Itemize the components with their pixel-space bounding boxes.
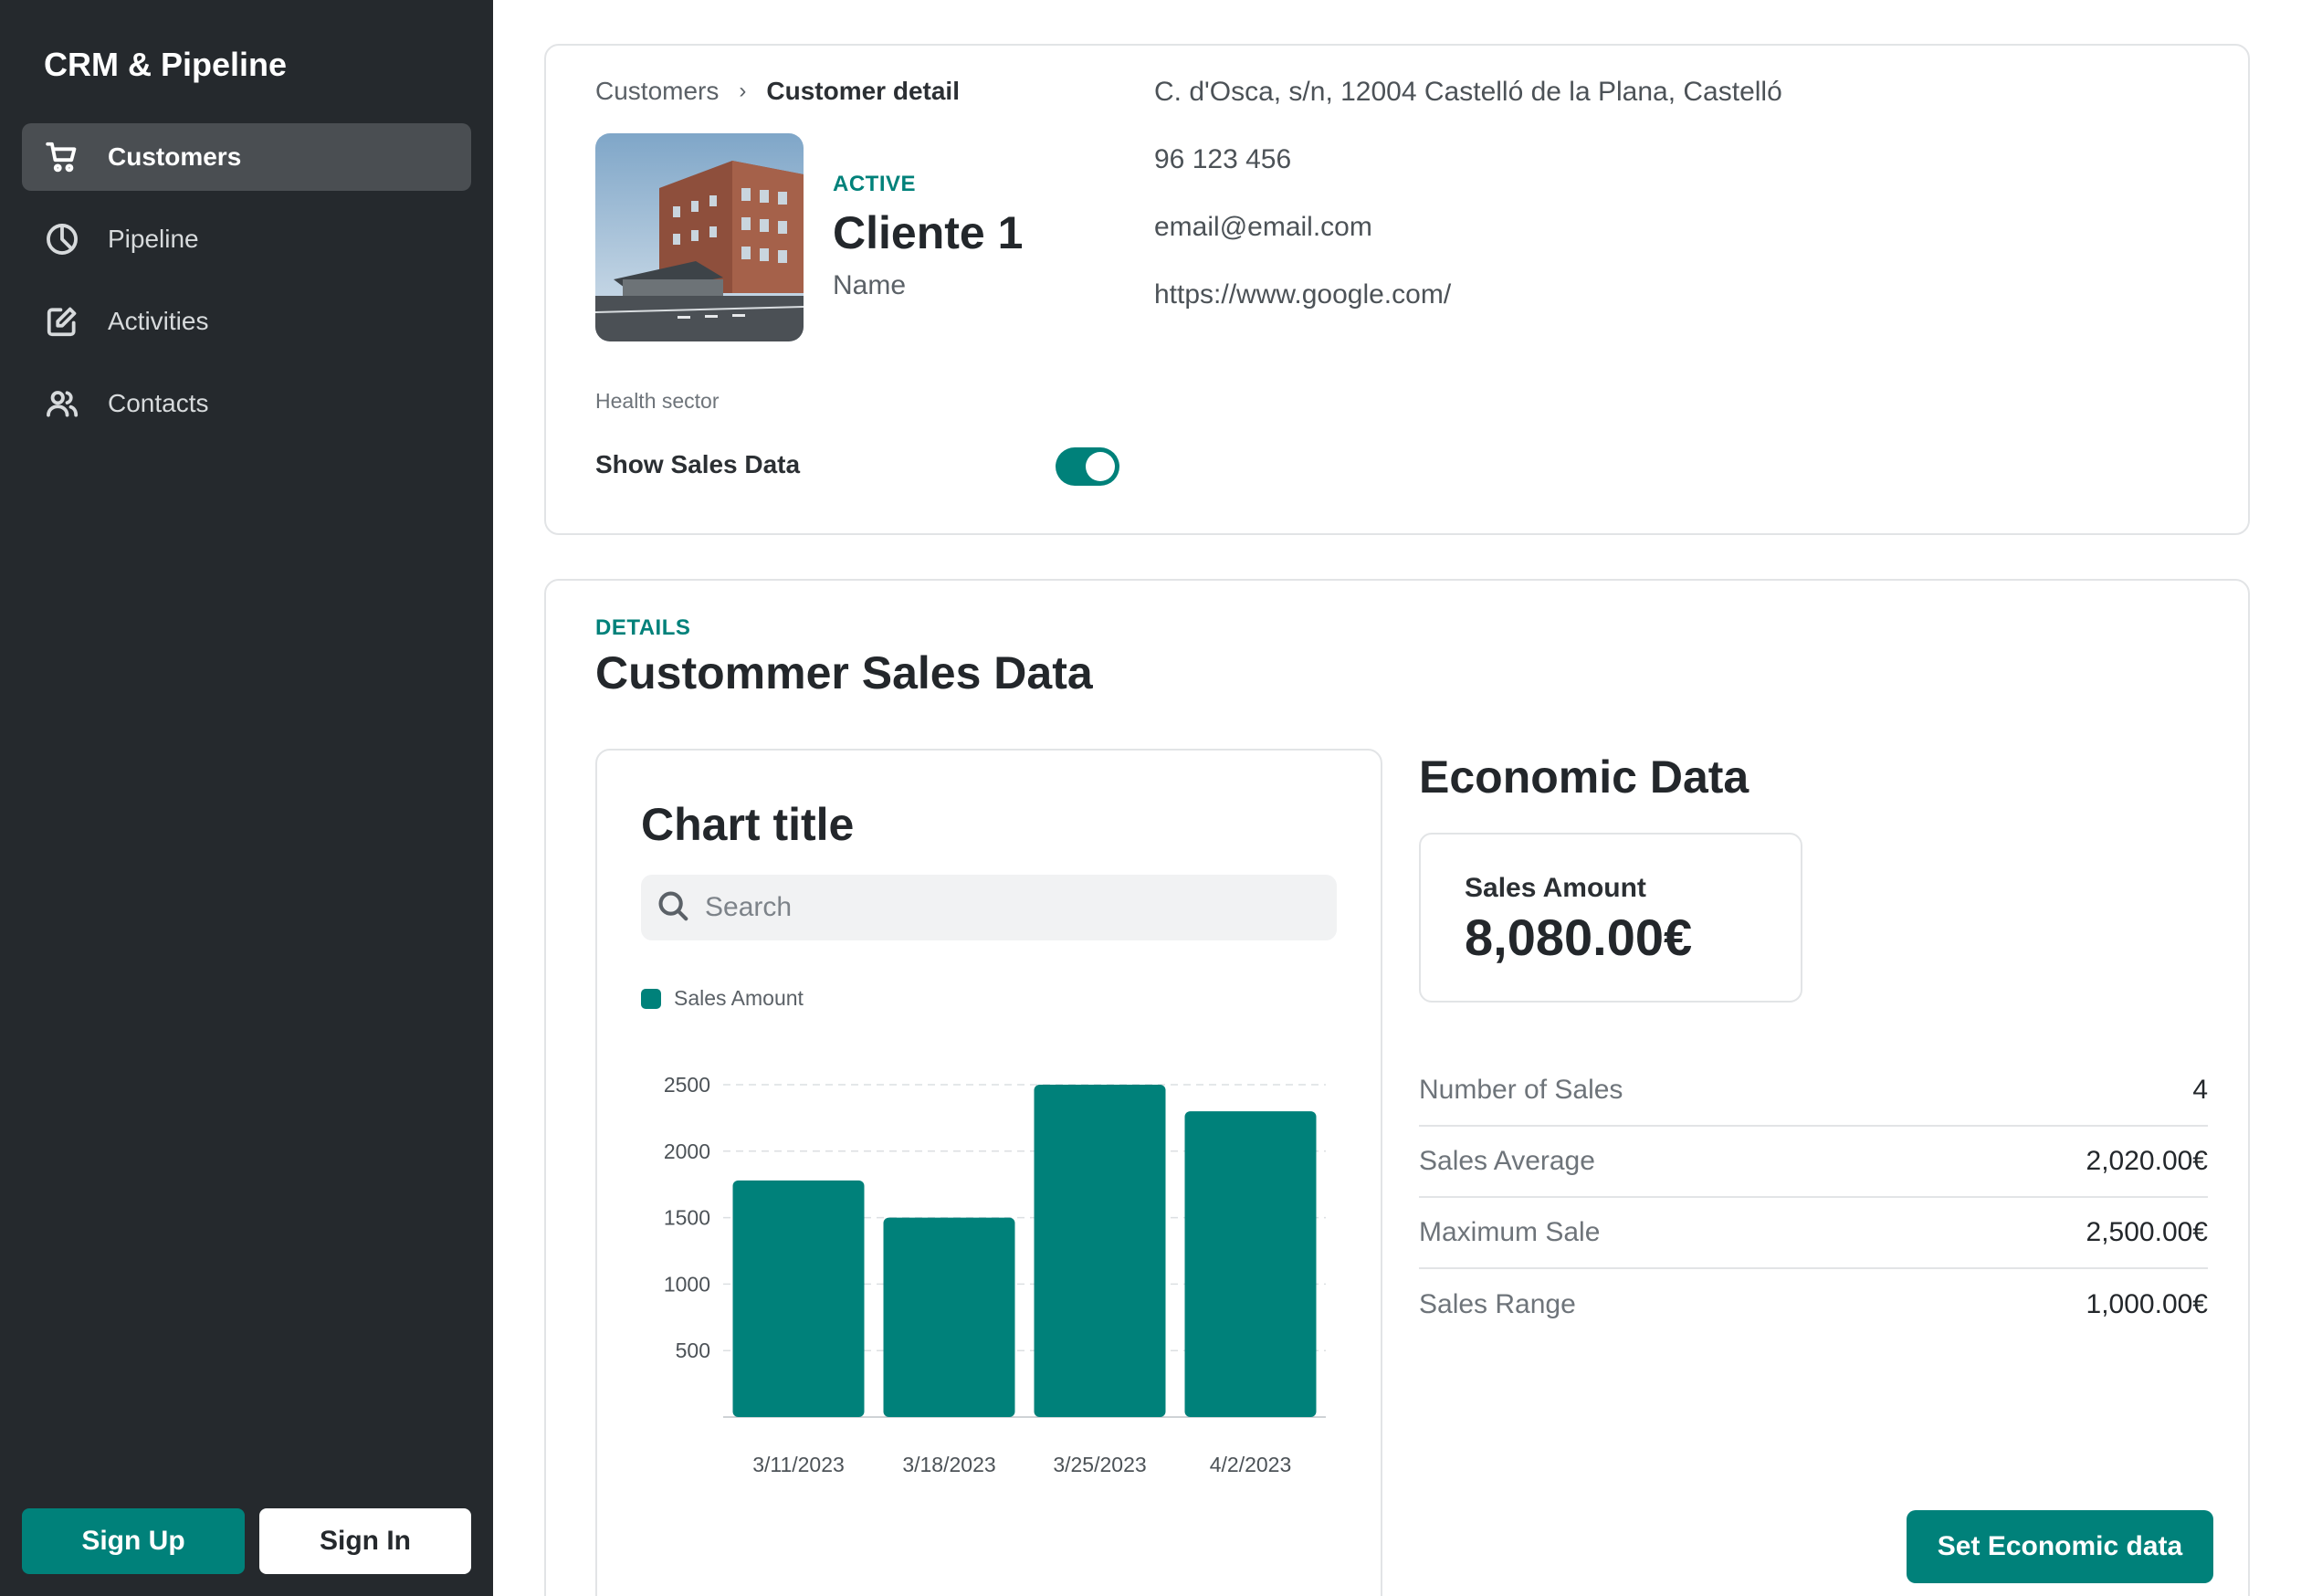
edit-icon xyxy=(44,303,80,340)
x-tick-label: 3/25/2023 xyxy=(1053,1453,1146,1476)
search-input[interactable] xyxy=(705,892,1308,923)
stat-value: 2,500.00€ xyxy=(2086,1217,2208,1247)
pie-chart-icon xyxy=(44,221,80,257)
cart-icon xyxy=(44,139,80,175)
sidebar-item-label: Pipeline xyxy=(108,225,199,253)
toggle-knob xyxy=(1086,452,1115,481)
show-sales-label: Show Sales Data xyxy=(595,450,801,478)
details-tag: DETAILS xyxy=(595,615,691,640)
bar[interactable] xyxy=(883,1217,1015,1417)
stat-value: 1,000.00€ xyxy=(2086,1289,2208,1319)
breadcrumb: Customers › Customer detail xyxy=(595,77,960,106)
x-tick-label: 4/2/2023 xyxy=(1210,1453,1292,1476)
stat-label: Sales Range xyxy=(1419,1289,1576,1319)
chevron-right-icon: › xyxy=(739,79,747,103)
customer-email[interactable]: email@email.com xyxy=(1154,212,1372,243)
stat-label: Sales Average xyxy=(1419,1146,1595,1176)
sales-amount-label: Sales Amount xyxy=(1465,873,1646,903)
auth-buttons: Sign Up Sign In xyxy=(22,1508,471,1574)
stat-value: 4 xyxy=(2192,1075,2208,1105)
sign-up-button[interactable]: Sign Up xyxy=(22,1508,245,1574)
stat-row: Sales Range 1,000.00€ xyxy=(1419,1269,2208,1340)
x-tick-label: 3/11/2023 xyxy=(752,1453,845,1476)
x-tick-label: 3/18/2023 xyxy=(902,1453,995,1476)
customer-sector: Health sector xyxy=(595,389,720,413)
y-tick-label: 2500 xyxy=(664,1073,710,1097)
y-tick-label: 1500 xyxy=(664,1206,710,1230)
sidebar-item-contacts[interactable]: Contacts xyxy=(22,370,471,437)
show-sales-toggle[interactable] xyxy=(1056,447,1119,486)
customer-address: C. d'Osca, s/n, 12004 Castelló de la Pla… xyxy=(1154,77,1782,107)
customer-name: Cliente 1 xyxy=(833,207,1024,258)
breadcrumb-current: Customer detail xyxy=(766,77,960,105)
stat-value: 2,020.00€ xyxy=(2086,1146,2208,1176)
chart-search xyxy=(641,875,1337,940)
sidebar-item-label: Contacts xyxy=(108,389,209,417)
set-economic-data-button[interactable]: Set Economic data xyxy=(1907,1510,2213,1583)
bar[interactable] xyxy=(732,1180,865,1417)
customer-phone: 96 123 456 xyxy=(1154,144,1292,174)
app-title: CRM & Pipeline xyxy=(44,46,288,83)
sales-amount-value: 8,080.00€ xyxy=(1465,908,1693,966)
sales-amount-card: Sales Amount 8,080.00€ xyxy=(1419,833,1802,1003)
sign-in-button[interactable]: Sign In xyxy=(259,1508,471,1574)
sales-title: Custommer Sales Data xyxy=(595,647,1093,698)
legend-label: Sales Amount xyxy=(674,986,804,1010)
stat-label: Maximum Sale xyxy=(1419,1217,1601,1247)
stat-row: Number of Sales 4 xyxy=(1419,1055,2208,1127)
sidebar-item-activities[interactable]: Activities xyxy=(22,288,471,355)
sidebar-item-pipeline[interactable]: Pipeline xyxy=(22,205,471,273)
chart-title: Chart title xyxy=(641,799,855,850)
stat-row: Maximum Sale 2,500.00€ xyxy=(1419,1198,2208,1269)
sidebar-item-customers[interactable]: Customers xyxy=(22,123,471,191)
customer-card: Customers › Customer detail ACTIVE Clien… xyxy=(544,44,2250,535)
stat-label: Number of Sales xyxy=(1419,1075,1623,1105)
customer-photo xyxy=(595,133,804,341)
bar[interactable] xyxy=(1034,1085,1166,1417)
stat-row: Sales Average 2,020.00€ xyxy=(1419,1127,2208,1198)
sidebar-item-label: Activities xyxy=(108,307,209,335)
economic-title: Economic Data xyxy=(1419,751,1749,803)
customer-name-label: Name xyxy=(833,270,907,300)
search-icon xyxy=(656,888,690,928)
y-tick-label: 2000 xyxy=(664,1139,710,1163)
users-icon xyxy=(44,385,80,422)
bar-chart: 500 1000 1500 2000 2500 3/11/2023 3/18/2023 3/2… xyxy=(664,1073,1326,1476)
sidebar-nav: Customers Pipeline Activities Contacts xyxy=(22,123,471,452)
y-tick-label: 1000 xyxy=(664,1272,710,1296)
sales-card: DETAILS Custommer Sales Data Chart title… xyxy=(544,579,2250,1596)
breadcrumb-customers-link[interactable]: Customers xyxy=(595,77,719,106)
y-tick-label: 500 xyxy=(676,1339,710,1362)
sidebar-item-label: Customers xyxy=(108,142,242,171)
chart-card: Chart title Sales Amount 500 1000 1500 2000… xyxy=(595,749,1382,1596)
bar[interactable] xyxy=(1184,1111,1317,1417)
chart-legend: Sales Amount xyxy=(641,986,804,1011)
status-badge: ACTIVE xyxy=(833,172,917,196)
customer-website[interactable]: https://www.google.com/ xyxy=(1154,279,1451,310)
legend-swatch xyxy=(641,988,661,1009)
sidebar: CRM & Pipeline Customers Pipeline Activi… xyxy=(0,0,493,1596)
economic-stats: Number of Sales 4 Sales Average 2,020.00… xyxy=(1419,1055,2208,1340)
